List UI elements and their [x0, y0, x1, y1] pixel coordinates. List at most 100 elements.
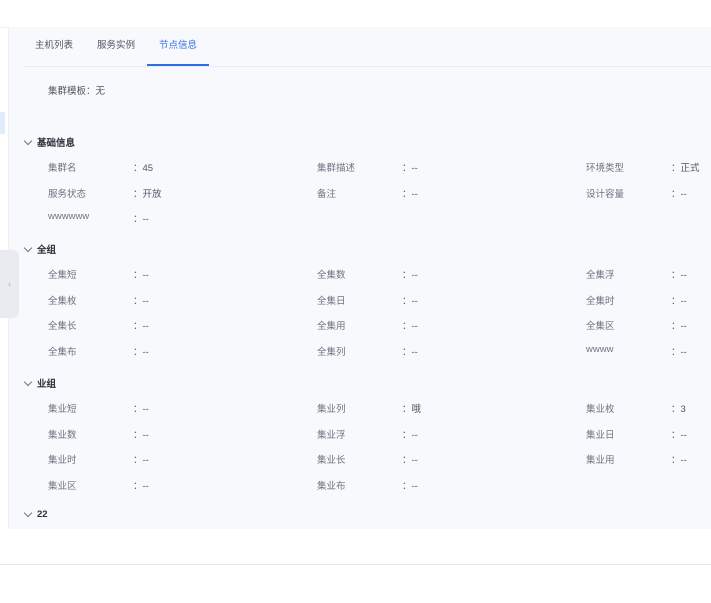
field-value-text: --: [142, 270, 149, 281]
chevron-down-icon: [23, 243, 33, 252]
field-value: ：--: [402, 321, 418, 333]
section-header[interactable]: 22: [23, 508, 48, 520]
field-label: 集业列: [317, 404, 346, 415]
field-value: ：--: [402, 163, 418, 174]
cluster-template-label: 集群模板：: [48, 86, 96, 97]
field-value-text: 开放: [142, 188, 162, 200]
field-value: ：--: [671, 270, 687, 281]
field-label: 全集日: [317, 295, 346, 307]
field-value: ：正式: [671, 163, 700, 174]
field-label: 集业数: [48, 429, 77, 441]
section-title: 基础信息: [37, 138, 76, 149]
tab-bar: 主机列表 服务实例 节点信息: [23, 27, 711, 67]
field-label: 全集长: [48, 321, 77, 333]
section-title: 全组: [37, 245, 57, 256]
field-label: 集业短: [48, 404, 77, 415]
field-value-text: --: [680, 270, 687, 281]
field-value: ：--: [402, 455, 418, 467]
field-value-text: --: [142, 214, 149, 226]
field-value-text: --: [142, 429, 149, 441]
field-value: ：--: [402, 481, 418, 493]
chevron-left-icon: ‹: [7, 278, 12, 290]
section-title: 业组: [37, 379, 57, 390]
field-label: 全集浮: [586, 270, 615, 281]
field-value-text: --: [411, 163, 418, 174]
field-label: 集业枚: [586, 404, 615, 415]
field-value: ：--: [133, 295, 149, 307]
field-label: wwww: [586, 344, 614, 356]
field-value: ：--: [402, 295, 418, 307]
chevron-down-icon: [23, 136, 33, 145]
field-label: 设计容量: [586, 188, 625, 200]
field-label: 集业日: [586, 429, 615, 441]
field-value: ：--: [671, 321, 687, 333]
cluster-template-row: 集群模板：无: [48, 83, 105, 97]
active-tab-underline: [147, 64, 209, 66]
field-label: 全集短: [48, 270, 77, 281]
field-value-text: 正式: [680, 163, 700, 174]
field-value: ：哦: [402, 404, 422, 415]
field-value: ：--: [133, 214, 149, 226]
field-value: ：--: [402, 188, 418, 200]
field-value: ：--: [133, 404, 149, 415]
field-value-text: --: [680, 321, 687, 333]
field-value: ：开放: [133, 188, 162, 200]
field-value: ：--: [133, 347, 149, 359]
field-value-text: --: [411, 481, 418, 493]
bottom-divider: [0, 564, 711, 565]
field-label: 服务状态: [48, 188, 87, 200]
field-value: ：--: [133, 270, 149, 281]
field-value-text: --: [142, 321, 149, 333]
field-value: ：--: [402, 429, 418, 441]
section-header[interactable]: 基础信息: [23, 135, 75, 149]
field-label: 全集时: [586, 295, 615, 307]
field-value-text: --: [680, 455, 687, 467]
section-header[interactable]: 全组: [23, 242, 56, 256]
section-header[interactable]: 业组: [23, 376, 56, 390]
field-label: 集业浮: [317, 429, 346, 441]
field-value: ：--: [133, 481, 149, 493]
field-label: 全集枚: [48, 295, 77, 307]
field-value-text: 45: [142, 163, 154, 174]
field-value-text: --: [142, 295, 149, 307]
field-value: ：--: [402, 270, 418, 281]
field-value-text: 3: [680, 404, 686, 415]
field-value-text: --: [680, 347, 687, 359]
tab-node-info[interactable]: 节点信息: [159, 27, 197, 65]
field-value-text: --: [411, 270, 418, 281]
field-label: 集群描述: [317, 163, 356, 174]
field-value-text: --: [680, 295, 687, 307]
field-value: ：--: [402, 347, 418, 359]
collapse-handle[interactable]: ‹: [0, 250, 19, 318]
top-bar: [0, 0, 711, 28]
field-value: ：--: [133, 455, 149, 467]
field-label: 集业区: [48, 481, 77, 493]
field-value-text: --: [411, 321, 418, 333]
field-label: 集业用: [586, 455, 615, 467]
field-label: 集业布: [317, 481, 346, 493]
tab-service-instances[interactable]: 服务实例: [97, 27, 135, 65]
field-value-text: --: [142, 481, 149, 493]
field-label: wwwwww: [48, 211, 90, 223]
field-value: ：--: [133, 429, 149, 441]
chevron-down-icon: [23, 377, 33, 386]
field-value-text: 哦: [411, 404, 422, 415]
cluster-template-value: 无: [95, 86, 106, 97]
field-value-text: --: [142, 404, 149, 415]
field-label: 全集数: [317, 270, 346, 281]
field-value: ：--: [133, 321, 149, 333]
field-label: 备注: [317, 188, 337, 200]
field-value: ：--: [671, 347, 687, 359]
section-title: 22: [37, 509, 48, 520]
field-label: 集群名: [48, 163, 77, 174]
field-value: ：--: [671, 429, 687, 441]
field-label: 集业时: [48, 455, 77, 467]
detail-panel: 主机列表 服务实例 节点信息 集群模板：无 基础信息 集群名 ：45 集群描述 ：-- 环…: [8, 27, 711, 529]
field-value-text: --: [411, 429, 418, 441]
tab-host-list[interactable]: 主机列表: [35, 27, 73, 65]
field-label: 环境类型: [586, 163, 625, 174]
field-label: 全集列: [317, 347, 346, 359]
field-value: ：3: [671, 404, 686, 415]
field-value-text: --: [411, 347, 418, 359]
sidebar-selected-indicator: [0, 112, 5, 134]
